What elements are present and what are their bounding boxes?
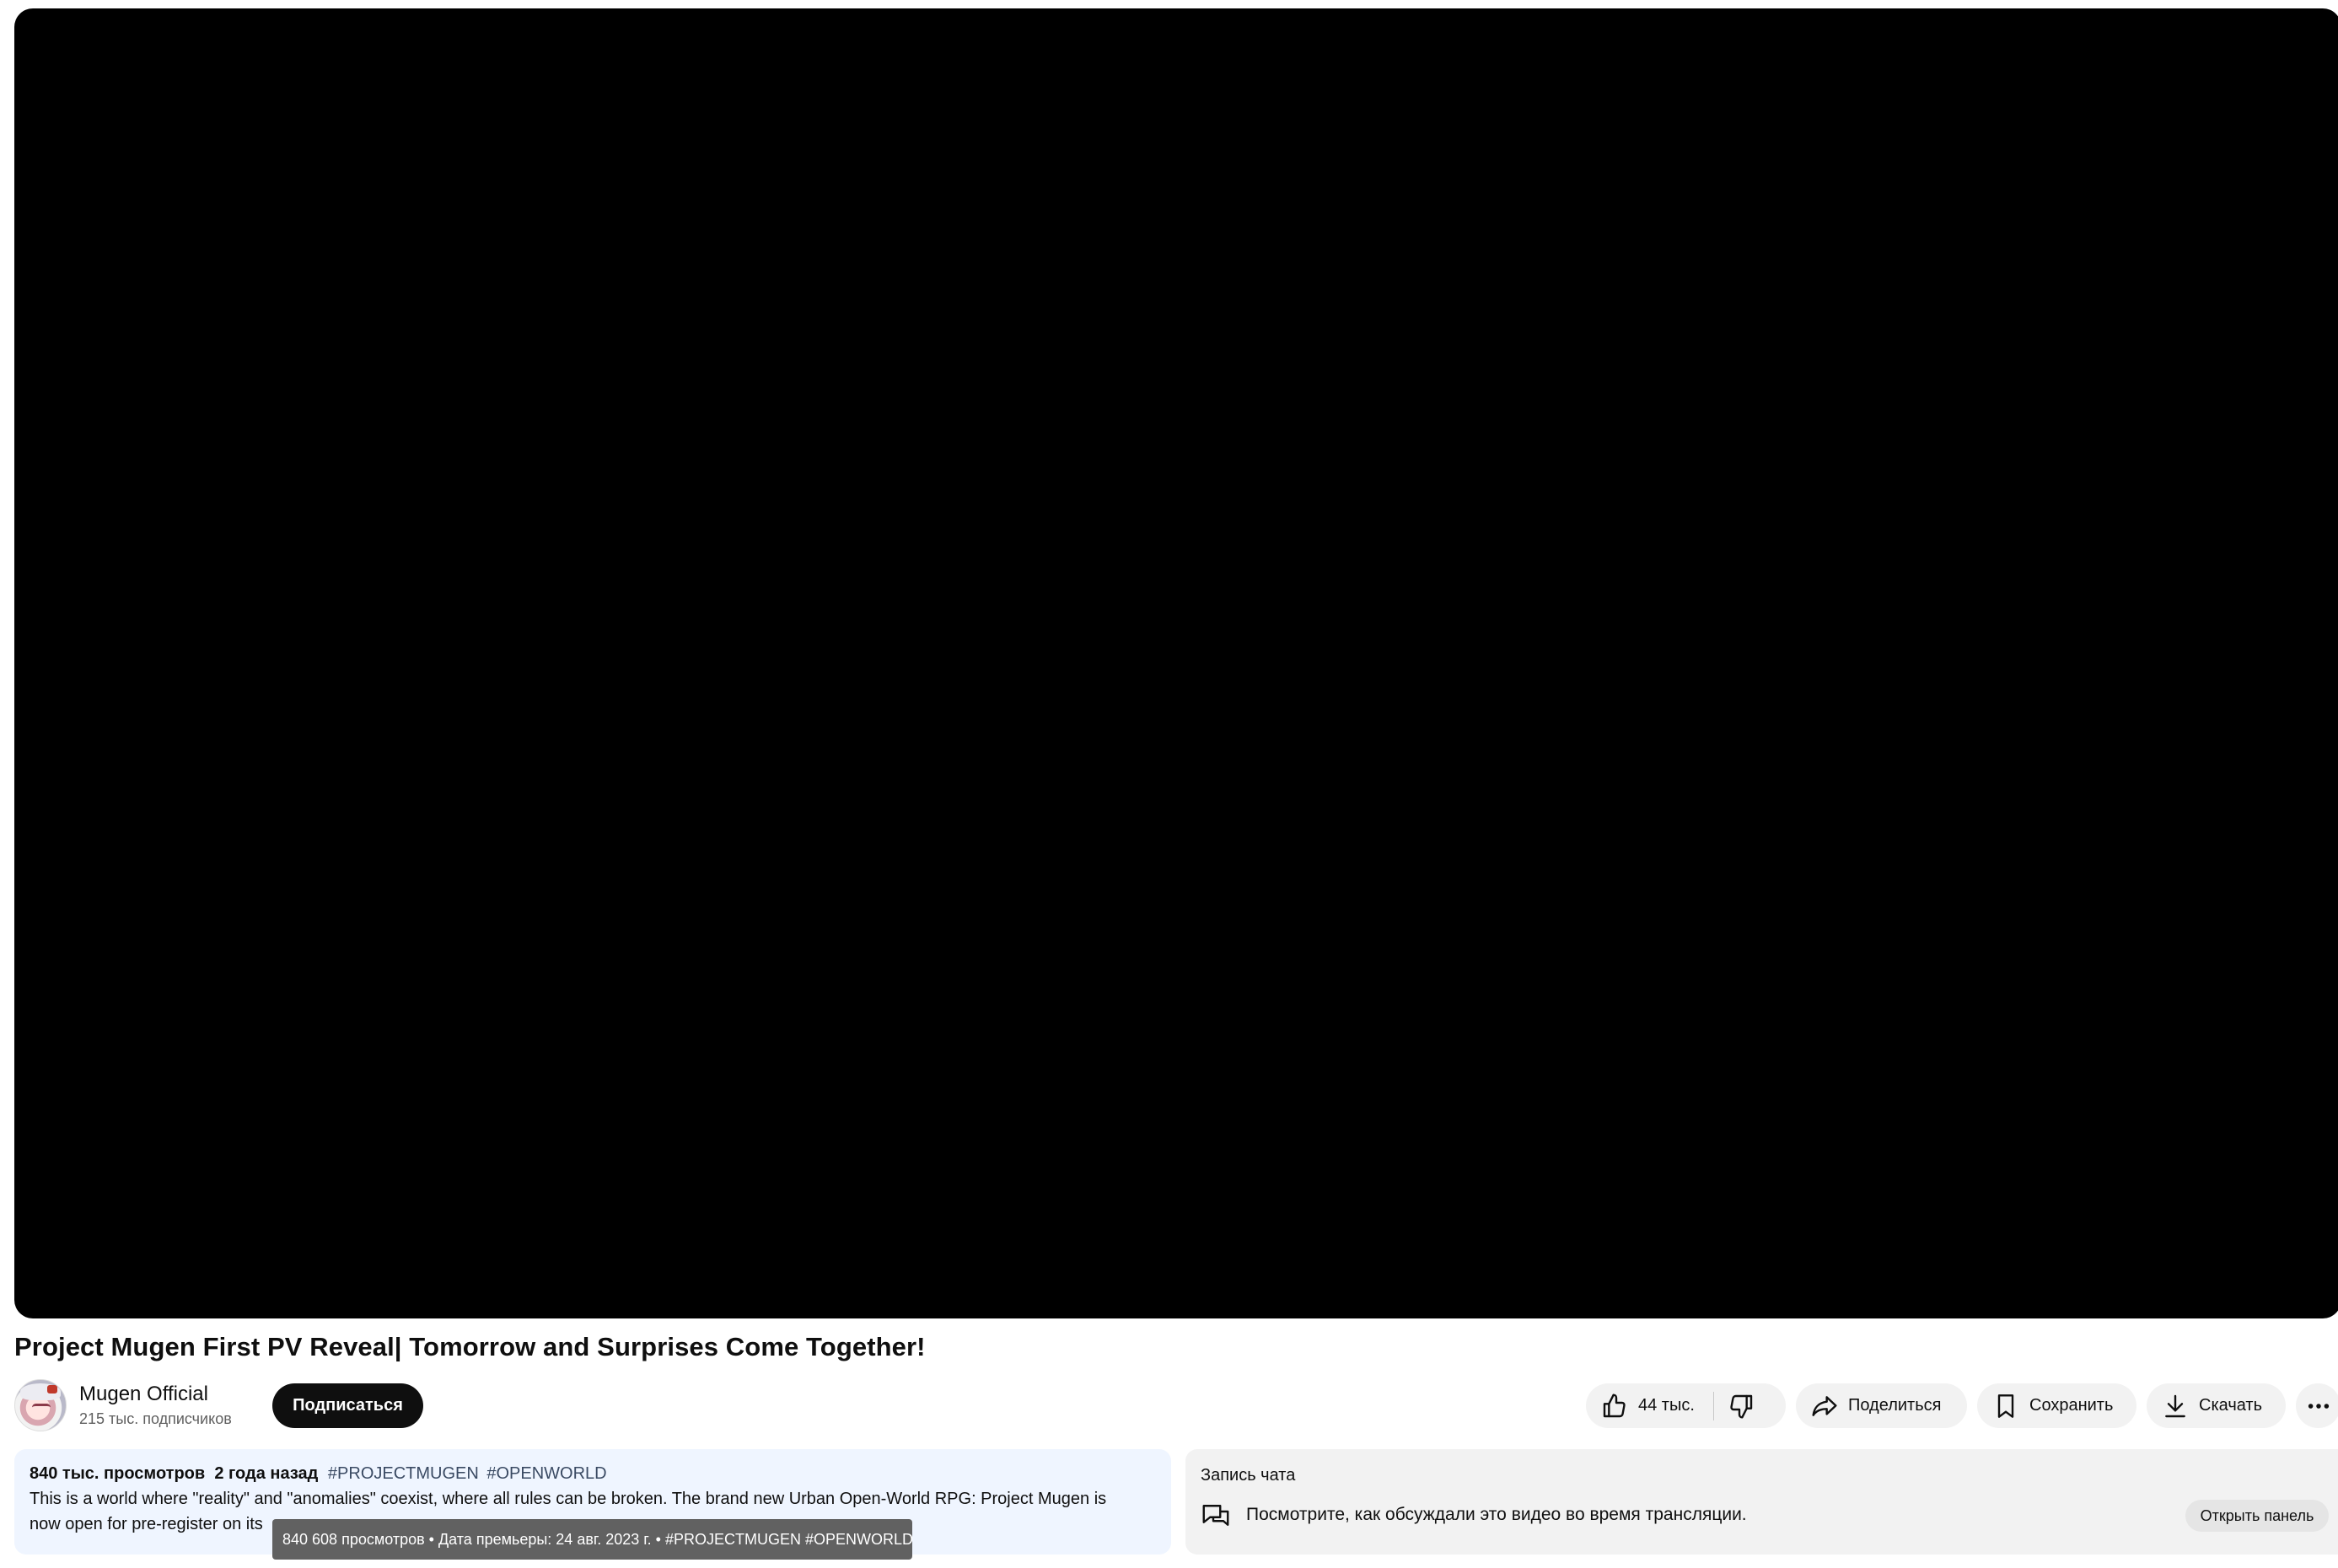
avatar-bow xyxy=(47,1385,57,1393)
more-actions-button[interactable] xyxy=(2296,1383,2338,1428)
chat-replay-heading: Запись чата xyxy=(1201,1466,1296,1485)
share-label: Поделиться xyxy=(1848,1396,1942,1415)
chat-bubbles-icon xyxy=(1202,1505,1229,1526)
chat-replay-panel: Запись чата Посмотрите, как обсуждали эт… xyxy=(1185,1449,2338,1555)
video-player[interactable] xyxy=(14,8,2338,1318)
dislike-button[interactable] xyxy=(1714,1383,1755,1428)
like-count: 44 тыс. xyxy=(1638,1396,1695,1415)
thumbs-down-icon xyxy=(1730,1394,1753,1419)
more-dots-icon xyxy=(2308,1403,2329,1409)
hashtag-link[interactable]: #PROJECTMUGEN xyxy=(328,1464,479,1483)
like-button[interactable]: 44 тыс. xyxy=(1586,1383,1695,1428)
hashtag-link[interactable]: #OPENWORLD xyxy=(486,1464,606,1483)
download-label: Скачать xyxy=(2199,1396,2262,1415)
download-button[interactable]: Скачать xyxy=(2147,1383,2286,1428)
views-tooltip: 840 608 просмотров • Дата премьеры: 24 а… xyxy=(272,1519,913,1560)
chat-replay-text: Посмотрите, как обсуждали это видео во в… xyxy=(1246,1505,1747,1524)
save-button[interactable]: Сохранить xyxy=(1977,1383,2136,1428)
subscribe-button[interactable]: Подписаться xyxy=(272,1383,423,1428)
subscriber-count: 215 тыс. подписчиков xyxy=(79,1410,232,1427)
view-count: 840 тыс. просмотров xyxy=(30,1464,206,1483)
open-chat-panel-button[interactable]: Открыть панель xyxy=(2185,1500,2329,1532)
upload-date: 2 года назад xyxy=(214,1464,319,1483)
like-dislike-group: 44 тыс. xyxy=(1586,1383,1786,1428)
channel-avatar[interactable] xyxy=(14,1379,67,1431)
download-icon xyxy=(2165,1394,2185,1417)
share-arrow-icon xyxy=(1812,1395,1837,1416)
description-text-line: now open for pre-register on its xyxy=(30,1515,263,1533)
avatar-eyes xyxy=(32,1404,51,1411)
save-label: Сохранить xyxy=(2029,1396,2114,1415)
channel-name[interactable]: Mugen Official xyxy=(79,1383,208,1406)
share-button[interactable]: Поделиться xyxy=(1796,1383,1967,1428)
description-text-line: This is a world where "reality" and "ano… xyxy=(30,1490,1107,1508)
bookmark-icon xyxy=(1997,1393,2014,1418)
thumbs-up-icon xyxy=(1603,1393,1626,1417)
description-meta: 840 тыс. просмотров 2 года назад #PROJEC… xyxy=(30,1464,607,1484)
video-title: Project Mugen First PV Reveal| Tomorrow … xyxy=(14,1332,926,1361)
